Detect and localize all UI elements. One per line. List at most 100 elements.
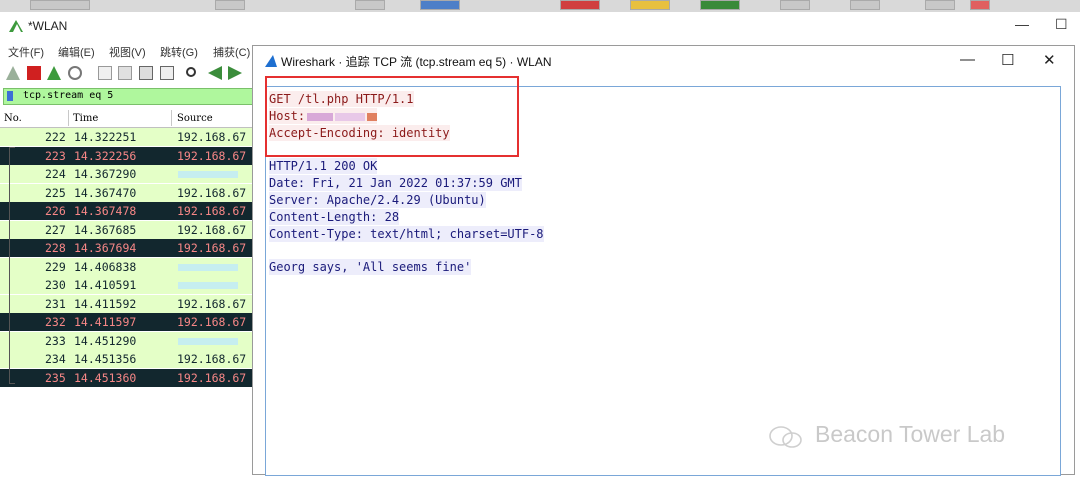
packet-row[interactable]: 232 14.411597 192.168.67 bbox=[0, 313, 256, 331]
packet-number: 231 bbox=[45, 296, 66, 311]
dialog-minimize-button[interactable]: — bbox=[960, 51, 975, 68]
packet-time: 14.451356 bbox=[74, 352, 137, 366]
start-capture-icon[interactable] bbox=[6, 66, 20, 80]
packet-number: 230 bbox=[45, 278, 66, 292]
packet-time: 14.367470 bbox=[74, 185, 137, 200]
packet-number: 235 bbox=[45, 370, 66, 385]
packet-source: 192.168.67 bbox=[177, 148, 247, 163]
menu-capture[interactable]: 捕获(C) bbox=[213, 44, 250, 60]
column-divider[interactable] bbox=[171, 110, 172, 126]
wireshark-fin-icon bbox=[265, 55, 277, 67]
packet-number: 222 bbox=[45, 130, 66, 144]
main-titlebar: *WLAN — ☐ bbox=[0, 12, 1080, 40]
packet-source: 192.168.67 bbox=[177, 352, 247, 366]
back-arrow-icon[interactable] bbox=[208, 66, 222, 80]
dialog-close-button[interactable]: ✕ bbox=[1043, 51, 1056, 69]
column-divider[interactable] bbox=[68, 110, 69, 126]
packet-source: 192.168.67 bbox=[177, 296, 247, 311]
packet-source: 192.168.67 bbox=[177, 204, 247, 218]
packet-row[interactable]: 229 14.406838 bbox=[0, 257, 256, 276]
forward-arrow-icon[interactable] bbox=[228, 66, 242, 80]
taskbar-item[interactable] bbox=[30, 0, 90, 10]
packet-source: 192.168.67 bbox=[177, 370, 247, 385]
menu-view[interactable]: 视图(V) bbox=[109, 44, 146, 60]
response-length-line: Content-Length: 28 bbox=[269, 209, 400, 225]
packet-time: 14.367290 bbox=[74, 167, 137, 181]
bookmark-icon[interactable] bbox=[7, 91, 13, 101]
taskbar-item[interactable] bbox=[850, 0, 880, 10]
packet-row[interactable]: 224 14.367290 bbox=[0, 165, 256, 183]
packet-row[interactable]: 230 14.410591 bbox=[0, 276, 256, 294]
taskbar-item[interactable] bbox=[925, 0, 955, 10]
packet-list-header: No. Time Source bbox=[0, 110, 256, 128]
packet-row[interactable]: 228 14.367694 192.168.67 bbox=[0, 239, 256, 257]
packet-number: 224 bbox=[45, 167, 66, 181]
main-window-title: *WLAN bbox=[28, 19, 68, 33]
column-source[interactable]: Source bbox=[177, 113, 213, 124]
main-toolbar bbox=[0, 62, 260, 84]
taskbar-item[interactable] bbox=[420, 0, 460, 10]
packet-row[interactable]: 226 14.367478 192.168.67 bbox=[0, 202, 256, 220]
wireshark-fin-icon bbox=[9, 20, 23, 32]
packet-number: 226 bbox=[45, 204, 66, 218]
main-maximize-button[interactable]: ☐ bbox=[1055, 16, 1068, 33]
packet-row[interactable]: 227 14.367685 192.168.67 bbox=[0, 220, 256, 239]
column-no[interactable]: No. bbox=[4, 113, 22, 124]
stop-capture-icon[interactable] bbox=[27, 66, 41, 80]
open-file-icon[interactable] bbox=[98, 66, 112, 80]
packet-number: 228 bbox=[45, 241, 66, 255]
packet-time: 14.410591 bbox=[74, 278, 137, 292]
taskbar-item[interactable] bbox=[970, 0, 990, 10]
packet-source: 192.168.67 bbox=[177, 241, 247, 255]
taskbar-item[interactable] bbox=[630, 0, 670, 10]
main-minimize-button[interactable]: — bbox=[1015, 16, 1029, 32]
packet-time: 14.411592 bbox=[74, 296, 137, 311]
display-filter-input[interactable]: tcp.stream eq 5 bbox=[3, 88, 258, 105]
response-date-line: Date: Fri, 21 Jan 2022 01:37:59 GMT bbox=[269, 175, 522, 191]
taskbar-item[interactable] bbox=[700, 0, 740, 10]
taskbar-item[interactable] bbox=[355, 0, 385, 10]
response-content-type-line: Content-Type: text/html; charset=UTF-8 bbox=[269, 226, 544, 242]
close-file-icon[interactable] bbox=[139, 66, 153, 80]
find-packet-icon[interactable] bbox=[186, 67, 196, 77]
reload-file-icon[interactable] bbox=[160, 66, 174, 80]
packet-number: 232 bbox=[45, 315, 66, 329]
redacted-source bbox=[178, 282, 238, 289]
taskbar-item[interactable] bbox=[780, 0, 810, 10]
packet-time: 14.367685 bbox=[74, 222, 137, 237]
redacted-source bbox=[178, 263, 238, 271]
wechat-logo-icon bbox=[769, 426, 802, 448]
packet-number: 229 bbox=[45, 259, 66, 274]
packet-row[interactable]: 223 14.322256 192.168.67 bbox=[0, 146, 256, 165]
highlight-box bbox=[265, 76, 519, 157]
menu-file[interactable]: 文件(F) bbox=[8, 44, 44, 60]
capture-options-icon[interactable] bbox=[68, 66, 82, 80]
packet-number: 233 bbox=[45, 333, 66, 348]
packet-row[interactable]: 231 14.411592 192.168.67 bbox=[0, 294, 256, 313]
dialog-maximize-button[interactable]: ☐ bbox=[1001, 51, 1014, 69]
stream-content-textarea[interactable]: GET /tl.php HTTP/1.1 Host: Accept-Encodi… bbox=[265, 76, 1061, 476]
packet-row[interactable]: 222 14.322251 192.168.67 bbox=[0, 128, 256, 146]
save-file-icon[interactable] bbox=[118, 66, 132, 80]
packet-source: 192.168.67 bbox=[177, 130, 247, 144]
stream-tree-line bbox=[9, 383, 15, 384]
packet-row[interactable]: 235 14.451360 192.168.67 bbox=[0, 368, 256, 387]
packet-row[interactable]: 233 14.451290 bbox=[0, 331, 256, 350]
packet-time: 14.451360 bbox=[74, 370, 137, 385]
packet-time: 14.322256 bbox=[74, 148, 137, 163]
response-status-line: HTTP/1.1 200 OK bbox=[269, 158, 378, 174]
packet-source: 192.168.67 bbox=[177, 315, 247, 329]
packet-row[interactable]: 225 14.367470 192.168.67 bbox=[0, 183, 256, 202]
restart-capture-icon[interactable] bbox=[47, 66, 61, 80]
packet-time: 14.367694 bbox=[74, 241, 137, 255]
dialog-title: Wireshark · 追踪 TCP 流 (tcp.stream eq 5) ·… bbox=[281, 55, 552, 69]
menu-go[interactable]: 跳转(G) bbox=[160, 44, 198, 60]
packet-source: 192.168.67 bbox=[177, 185, 247, 200]
taskbar bbox=[0, 0, 1080, 12]
packet-row[interactable]: 234 14.451356 192.168.67 bbox=[0, 350, 256, 368]
column-time[interactable]: Time bbox=[73, 113, 98, 124]
taskbar-item[interactable] bbox=[560, 0, 600, 10]
menu-edit[interactable]: 编辑(E) bbox=[58, 44, 95, 60]
redacted-source bbox=[178, 337, 238, 345]
taskbar-item[interactable] bbox=[215, 0, 245, 10]
